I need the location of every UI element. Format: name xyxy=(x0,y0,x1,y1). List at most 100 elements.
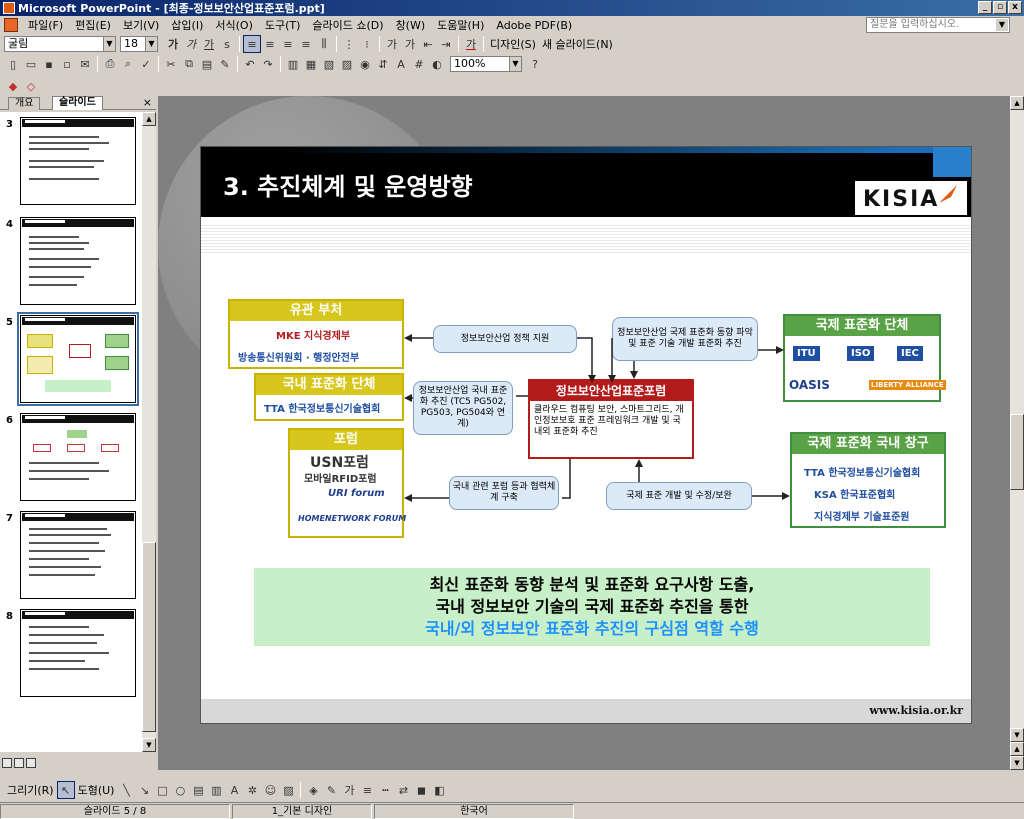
align-center-icon[interactable]: ≡ xyxy=(261,35,279,53)
cut-icon[interactable]: ✂ xyxy=(162,55,180,73)
slide-thumbnail[interactable] xyxy=(20,413,136,501)
align-right-icon[interactable]: ≡ xyxy=(279,35,297,53)
dash-style-icon[interactable]: ┅ xyxy=(376,781,394,799)
arrow-icon[interactable]: ↘ xyxy=(135,781,153,799)
chevron-down-icon[interactable]: ▼ xyxy=(145,37,157,51)
zoom-select[interactable]: 100% ▼ xyxy=(450,56,522,72)
restore-button[interactable]: ▫ xyxy=(993,1,1007,14)
bubble-intl-standard-dev[interactable]: 국제 표준 개발 및 수정/보완 xyxy=(606,482,752,510)
thumbnail-item[interactable]: 3 xyxy=(0,116,142,210)
text-color-icon[interactable]: 가 xyxy=(340,781,358,799)
bubble-domestic-standardization[interactable]: 정보보안산업 국내 표준화 추진 (TC5 PG502, PG503, PG50… xyxy=(413,381,513,435)
oval-icon[interactable]: ○ xyxy=(171,781,189,799)
shadow-icon[interactable]: s xyxy=(218,35,236,53)
tables-borders-icon[interactable]: ▧ xyxy=(320,55,338,73)
rectangle-icon[interactable]: □ xyxy=(153,781,171,799)
menu-format[interactable]: 서식(O) xyxy=(209,17,258,33)
thumbnail-item[interactable]: 8 xyxy=(0,608,142,702)
slide-sorter-icon[interactable] xyxy=(14,758,24,768)
print-preview-icon[interactable]: ⌕ xyxy=(119,55,137,73)
new-slide-button[interactable]: 새 슬라이드(N) xyxy=(539,36,616,52)
increase-indent-icon[interactable]: ⇥ xyxy=(437,35,455,53)
domestic-standards-box[interactable]: 국내 표준화 단체 TTA 한국정보통신기술협회 xyxy=(254,373,404,421)
intl-standards-box[interactable]: 국제 표준화 단체 ITU ISO IEC OASIS LIBERTY ALLI… xyxy=(783,314,946,402)
scroll-down-icon[interactable]: ▼ xyxy=(1010,728,1024,742)
thumbnail-item[interactable]: 6 xyxy=(0,412,142,506)
tab-slides[interactable]: 슬라이드 xyxy=(52,96,103,110)
help-icon[interactable]: ? xyxy=(526,55,544,73)
slide-thumbnail[interactable] xyxy=(20,217,136,305)
redo-icon[interactable]: ↷ xyxy=(259,55,277,73)
columns-icon[interactable]: ⫼ xyxy=(315,35,333,53)
normal-view-icon[interactable] xyxy=(2,758,12,768)
chevron-down-icon[interactable]: ▼ xyxy=(509,57,521,71)
increase-font-icon[interactable]: 가 xyxy=(383,35,401,53)
color-grayscale-icon[interactable]: ◐ xyxy=(428,55,446,73)
slideshow-icon[interactable] xyxy=(26,758,36,768)
scroll-up-icon[interactable]: ▲ xyxy=(142,112,156,126)
insert-picture-icon[interactable]: ▨ xyxy=(338,55,356,73)
open-folder-icon[interactable]: ▭ xyxy=(22,55,40,73)
close-button[interactable]: x xyxy=(1008,1,1022,14)
save-icon[interactable]: ▪ xyxy=(40,55,58,73)
chart-icon[interactable]: ▥ xyxy=(284,55,302,73)
decrease-indent-icon[interactable]: ⇤ xyxy=(419,35,437,53)
bullets-icon[interactable]: ⁝ xyxy=(358,35,376,53)
spelling-icon[interactable]: ✓ xyxy=(137,55,155,73)
menu-slideshow[interactable]: 슬라이드 쇼(D) xyxy=(306,17,389,33)
slide-scrollbar[interactable]: ▲ ▼ ▲ ▼ xyxy=(1010,96,1024,770)
menu-help[interactable]: 도움말(H) xyxy=(431,17,490,33)
clipart-icon[interactable]: ☺ xyxy=(261,781,279,799)
slide-thumbnail[interactable] xyxy=(20,117,136,205)
undo-icon[interactable]: ↶ xyxy=(241,55,259,73)
format-painter-icon[interactable]: ✎ xyxy=(216,55,234,73)
select-pointer-icon[interactable]: ↖ xyxy=(56,781,75,799)
thumbnail-item[interactable]: 5 xyxy=(0,312,142,408)
vertical-textbox-icon[interactable]: ▥ xyxy=(207,781,225,799)
numbering-icon[interactable]: ⋮ xyxy=(340,35,358,53)
scroll-up-icon[interactable]: ▲ xyxy=(1010,96,1024,110)
textbox-icon[interactable]: ▤ xyxy=(189,781,207,799)
italic-icon[interactable]: 가 xyxy=(182,35,200,53)
grid-icon[interactable]: # xyxy=(410,55,428,73)
line-style-icon[interactable]: ≡ xyxy=(358,781,376,799)
menu-tools[interactable]: 도구(T) xyxy=(259,17,307,33)
expand-all-icon[interactable]: ⇵ xyxy=(374,55,392,73)
font-color-icon[interactable]: 가 xyxy=(462,35,480,53)
scroll-thumb[interactable] xyxy=(1010,414,1024,490)
bubble-intl-trend[interactable]: 정보보안산업 국제 표준화 동향 파악 및 표준 기술 개발 표준화 추진 xyxy=(612,317,758,361)
menu-file[interactable]: 파일(F) xyxy=(22,17,69,33)
slide-title[interactable]: 3. 추진체계 및 운영방향 xyxy=(223,167,473,202)
font-size-select[interactable]: 18 ▼ xyxy=(120,36,158,52)
print-icon[interactable]: ⎙ xyxy=(101,55,119,73)
intl-domestic-window-box[interactable]: 국제 표준화 국내 창구 TTA 한국정보통신기술협회 KSA 한국표준협회 지… xyxy=(790,432,946,528)
email-icon[interactable]: ✉ xyxy=(76,55,94,73)
bubble-policy-support[interactable]: 정보보안산업 정책 지원 xyxy=(433,325,577,353)
bubble-forum-cooperation[interactable]: 국내 관련 포럼 등과 협력체계 구축 xyxy=(449,476,559,510)
scroll-down-icon[interactable]: ▼ xyxy=(142,738,156,752)
draw-menu-button[interactable]: 그리기(R) xyxy=(4,782,57,798)
minimize-button[interactable]: _ xyxy=(978,1,992,14)
menu-edit[interactable]: 편집(E) xyxy=(69,17,117,33)
design-button[interactable]: 디자인(S) xyxy=(487,36,539,52)
new-document-icon[interactable]: ▯ xyxy=(4,55,22,73)
line-color-icon[interactable]: ✎ xyxy=(322,781,340,799)
underline-icon[interactable]: 가 xyxy=(200,35,218,53)
thumbnail-scrollbar[interactable]: ▲ ▼ xyxy=(142,112,156,752)
font-select[interactable]: 굴림 ▼ xyxy=(4,36,116,52)
fill-color-icon[interactable]: ◈ xyxy=(304,781,322,799)
show-formatting-icon[interactable]: A xyxy=(392,55,410,73)
diagram-insert-icon[interactable]: ✲ xyxy=(243,781,261,799)
document-icon[interactable] xyxy=(4,18,18,32)
arrow-style-icon[interactable]: ⇄ xyxy=(394,781,412,799)
close-icon[interactable]: × xyxy=(143,96,152,109)
justify-icon[interactable]: ≡ xyxy=(297,35,315,53)
status-design-name[interactable]: 1_기본 디자인 xyxy=(232,803,372,819)
diagram-icon[interactable]: ◉ xyxy=(356,55,374,73)
paste-icon[interactable]: ▤ xyxy=(198,55,216,73)
bold-icon[interactable]: 가 xyxy=(164,35,182,53)
pdf-email-icon[interactable]: ◇ xyxy=(22,77,40,95)
summary-box[interactable]: 최신 표준화 동향 분석 및 표준화 요구사항 도출, 국내 정보보안 기술의 … xyxy=(254,568,930,646)
permission-icon[interactable]: ▫ xyxy=(58,55,76,73)
line-icon[interactable]: ╲ xyxy=(117,781,135,799)
